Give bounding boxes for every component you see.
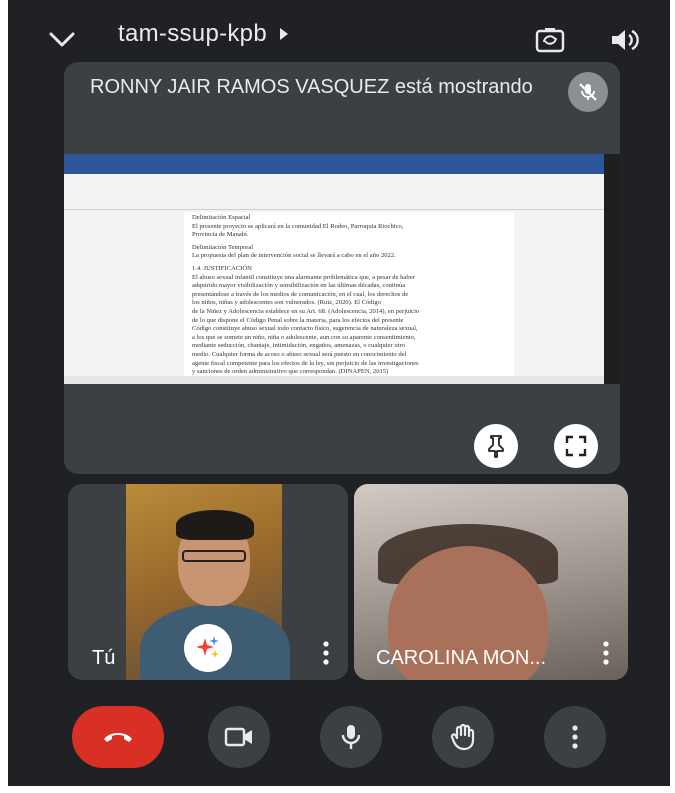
participant-tile-self[interactable]: Tú: [68, 484, 348, 680]
end-call-button[interactable]: [72, 706, 164, 768]
chevron-down-icon[interactable]: [44, 22, 80, 58]
camera-button[interactable]: [208, 706, 270, 768]
microphone-button[interactable]: [320, 706, 382, 768]
word-ribbon: [64, 174, 620, 210]
document-line: Delimitación Espacial: [192, 214, 251, 221]
document-line: La propuesta del plan de intervención so…: [192, 252, 396, 260]
presenter-label: RONNY JAIR RAMOS VASQUEZ está mostrando: [90, 76, 533, 98]
more-options-button[interactable]: [544, 706, 606, 768]
videocam-icon: [224, 727, 252, 747]
fullscreen-icon: [565, 435, 587, 457]
switch-camera-icon[interactable]: [532, 22, 568, 58]
participant-tile[interactable]: CAROLINA MON...: [354, 484, 628, 680]
document-line: adquirido mayor visibilización y sensibi…: [192, 282, 406, 290]
participant-name: CAROLINA MON...: [376, 647, 547, 669]
raise-hand-button[interactable]: [432, 706, 494, 768]
document-line: de lo que dispone el Código Penal sobre …: [192, 316, 404, 324]
document-page: Delimitación Espacial El presente proyect…: [184, 212, 514, 384]
document-line: de la Niñez y Adolescencia establece en …: [192, 307, 420, 315]
participant-name: Tú: [92, 647, 116, 669]
document-line: Delimitación Temporal: [192, 243, 254, 251]
meet-call-screen: tam-ssup-kpb RONNY JAIR RAMOS VASQUEZ es…: [8, 0, 670, 786]
hang-up-icon: [104, 733, 132, 742]
document-line: El abuso sexual infantil constituye una …: [192, 273, 415, 281]
sparkle-icon: [196, 636, 219, 658]
pin-icon: [488, 435, 504, 458]
document-line: agente fiscal competente para los efecto…: [192, 359, 419, 367]
status-bar: [64, 376, 604, 384]
speaker-icon[interactable]: [606, 22, 642, 58]
document-line: El presente proyecto se aplicará en la c…: [192, 222, 404, 230]
presentation-tile[interactable]: RONNY JAIR RAMOS VASQUEZ está mostrando …: [64, 62, 620, 474]
meeting-code[interactable]: tam-ssup-kpb: [118, 20, 289, 48]
mic-off-icon: [568, 72, 608, 112]
document-line: Código constituye abuso sexual todo cont…: [192, 325, 418, 333]
play-arrow-icon: [279, 20, 289, 48]
document-line: a los que se somete un niño, niña o adol…: [192, 333, 416, 341]
document-line: medio. Cualquier forma de acoso o abuso …: [192, 350, 407, 358]
more-vert-icon: [572, 725, 578, 749]
word-title-bar: [64, 154, 620, 166]
fullscreen-button[interactable]: [554, 424, 598, 468]
more-vert-icon[interactable]: [598, 640, 614, 666]
effects-button[interactable]: [184, 624, 232, 672]
document-line: Provincia de Manabí.: [192, 231, 249, 239]
meeting-code-text: tam-ssup-kpb: [118, 20, 267, 47]
pin-button[interactable]: [474, 424, 518, 468]
document-line: mediante seducción, chantaje, intimidaci…: [192, 342, 405, 350]
hand-icon: [450, 723, 475, 751]
document-line: presentándose a través de los medios de …: [192, 290, 409, 298]
document-line: los niños, niñas y adolescentes son vuln…: [192, 299, 381, 307]
word-tabs: [64, 166, 620, 174]
taskbar: [604, 154, 620, 384]
more-vert-icon[interactable]: [318, 640, 334, 666]
shared-screen: Delimitación Espacial El presente proyect…: [64, 154, 620, 384]
document-line: 1.4. JUSTIFICACIÓN: [192, 264, 252, 272]
mic-icon: [341, 725, 361, 749]
